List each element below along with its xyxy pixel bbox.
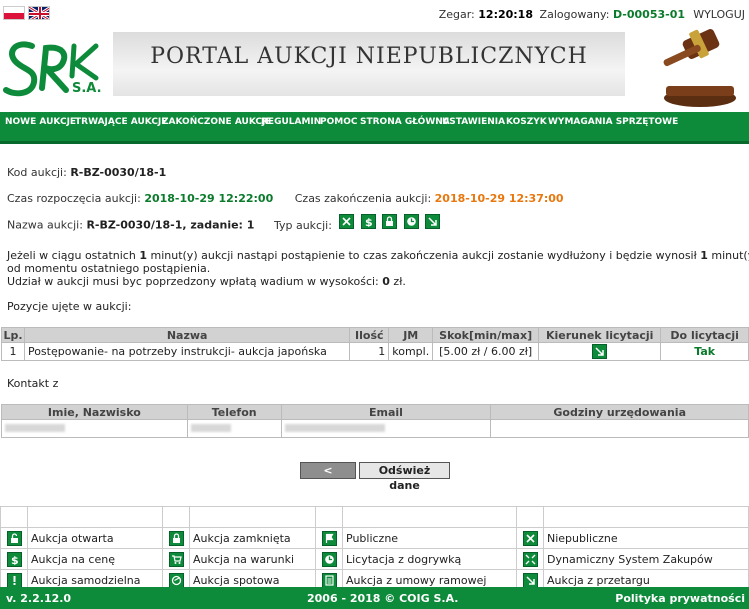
header: S.A. PORTAL AUKCJI NIEPUBLICZNYCH xyxy=(0,24,749,112)
auction-type-icons: $ xyxy=(339,214,443,229)
auction-start-time: 2018-10-29 12:22:00 xyxy=(144,192,274,205)
contact-hours xyxy=(490,419,749,438)
nav-requirements[interactable]: WYMAGANIA SPRZĘTOWE xyxy=(548,117,678,127)
main-nav: NOWE AUKCJE TRWAJĄCE AUKCJE ZAKOŃCZONE A… xyxy=(0,112,749,144)
nav-settings[interactable]: USTAWIENIA xyxy=(442,117,505,127)
dynamic-system-icon xyxy=(522,551,538,567)
nav-new-auctions[interactable]: NOWE AUKCJE xyxy=(5,117,76,127)
contact-email-redacted xyxy=(280,419,492,438)
exclamation-icon xyxy=(6,572,22,588)
table-row[interactable]: 1 Postępowanie- na potrzeby instrukcji- … xyxy=(1,342,749,361)
cart-icon xyxy=(168,551,184,567)
extension-info: Jeżeli w ciągu ostatnich 1 minut(y) aukc… xyxy=(7,249,749,262)
clock-icon xyxy=(403,214,419,229)
nav-cart[interactable]: KOSZYK xyxy=(506,117,547,127)
tender-arrow-icon xyxy=(425,214,441,229)
privacy-link[interactable]: Polityka prywatności xyxy=(615,592,745,605)
positions-header-row: Lp. Nazwa Ilość JM Skok[min/max] Kierune… xyxy=(1,327,749,343)
price-icon: $ xyxy=(360,214,376,229)
framework-icon xyxy=(321,572,337,588)
non-public-icon xyxy=(522,530,538,546)
non-public-icon xyxy=(339,214,355,229)
auction-end-time: 2018-10-29 12:37:00 xyxy=(434,192,564,205)
svg-text:S.A.: S.A. xyxy=(72,81,102,96)
open-lock-icon xyxy=(6,530,22,546)
legend-row: $ Aukcja na cenę Aukcja na warunki Licyt… xyxy=(0,548,749,570)
positions-table: Lp. Nazwa Ilość JM Skok[min/max] Kierune… xyxy=(1,327,749,361)
contact-header-row: Imie, Nazwisko Telefon Email Godziny urz… xyxy=(1,404,749,420)
page-title: PORTAL AUKCJI NIEPUBLICZNYCH xyxy=(150,44,588,69)
contact-label: Kontakt z xyxy=(7,377,59,390)
contact-table: Imie, Nazwisko Telefon Email Godziny urz… xyxy=(1,404,749,438)
auction-code: R-BZ-0030/18-1 xyxy=(70,166,167,179)
bid-status: Tak xyxy=(660,342,749,361)
svg-text:$: $ xyxy=(11,554,19,565)
nav-ongoing-auctions[interactable]: TRWAJĄCE AUKCJE xyxy=(75,117,167,127)
srk-logo[interactable]: S.A. xyxy=(2,32,106,116)
copyright: 2006 - 2018 © COIG S.A. xyxy=(307,592,459,605)
back-button[interactable]: < Wróć xyxy=(300,462,356,492)
auction-name-row: Nazwa aukcji: R-BZ-0030/18-1, zadanie: 1… xyxy=(7,214,443,233)
legend-row: Aukcja otwarta Aukcja zamknięta Publiczn… xyxy=(0,527,749,549)
version: v. 2.2.12.0 xyxy=(6,592,72,605)
clock-icon xyxy=(321,551,337,567)
flag-icon xyxy=(321,530,337,546)
pl-flag-icon[interactable] xyxy=(3,6,25,20)
down-right-arrow-icon[interactable] xyxy=(592,344,608,359)
gavel-image xyxy=(650,24,740,110)
uk-flag-icon[interactable] xyxy=(28,6,50,20)
svg-text:$: $ xyxy=(365,216,373,227)
contact-name-redacted xyxy=(1,419,188,438)
position-name: Postępowanie- na potrzeby instrukcji- au… xyxy=(23,342,351,361)
nav-rules[interactable]: REGULAMIN xyxy=(261,117,321,127)
legend-table: Aukcja otwarta Aukcja zamknięta Publiczn… xyxy=(0,506,749,591)
logout-link[interactable]: WYLOGUJ xyxy=(693,8,745,21)
footer: v. 2.2.12.0 2006 - 2018 © COIG S.A. Poli… xyxy=(0,587,749,609)
logged-user: Zalogowany: D-00053-01 xyxy=(539,8,685,21)
table-row xyxy=(1,419,749,438)
auction-name: R-BZ-0030/18-1, zadanie: 1 xyxy=(86,218,255,232)
refresh-button[interactable]: Odśwież dane xyxy=(359,462,450,492)
nav-finished-auctions[interactable]: ZAKOŃCZONE AUKCJE xyxy=(162,117,272,127)
deposit-info: Udział w aukcji musi byc poprzedzony wpł… xyxy=(7,275,406,288)
price-icon: $ xyxy=(6,551,22,567)
nav-home[interactable]: STRONA GŁÓWNA xyxy=(360,117,450,127)
lock-icon xyxy=(168,530,184,546)
clock: Zegar: 12:20:18 xyxy=(438,8,533,21)
positions-label: Pozycje ujęte w aukcji: xyxy=(7,300,132,313)
extension-info-2: od momentu ostatniego postąpienia. xyxy=(7,262,211,275)
lock-icon xyxy=(382,214,398,229)
spot-icon xyxy=(168,572,184,588)
contact-phone-redacted xyxy=(186,419,282,438)
tender-arrow-icon xyxy=(522,572,538,588)
portal-banner: PORTAL AUKCJI NIEPUBLICZNYCH xyxy=(113,32,625,96)
auction-times-row: Czas rozpoczęcia aukcji: 2018-10-29 12:2… xyxy=(7,192,564,205)
auction-code-row: Kod aukcji: R-BZ-0030/18-1 xyxy=(7,166,167,179)
nav-help[interactable]: POMOC xyxy=(320,117,357,127)
